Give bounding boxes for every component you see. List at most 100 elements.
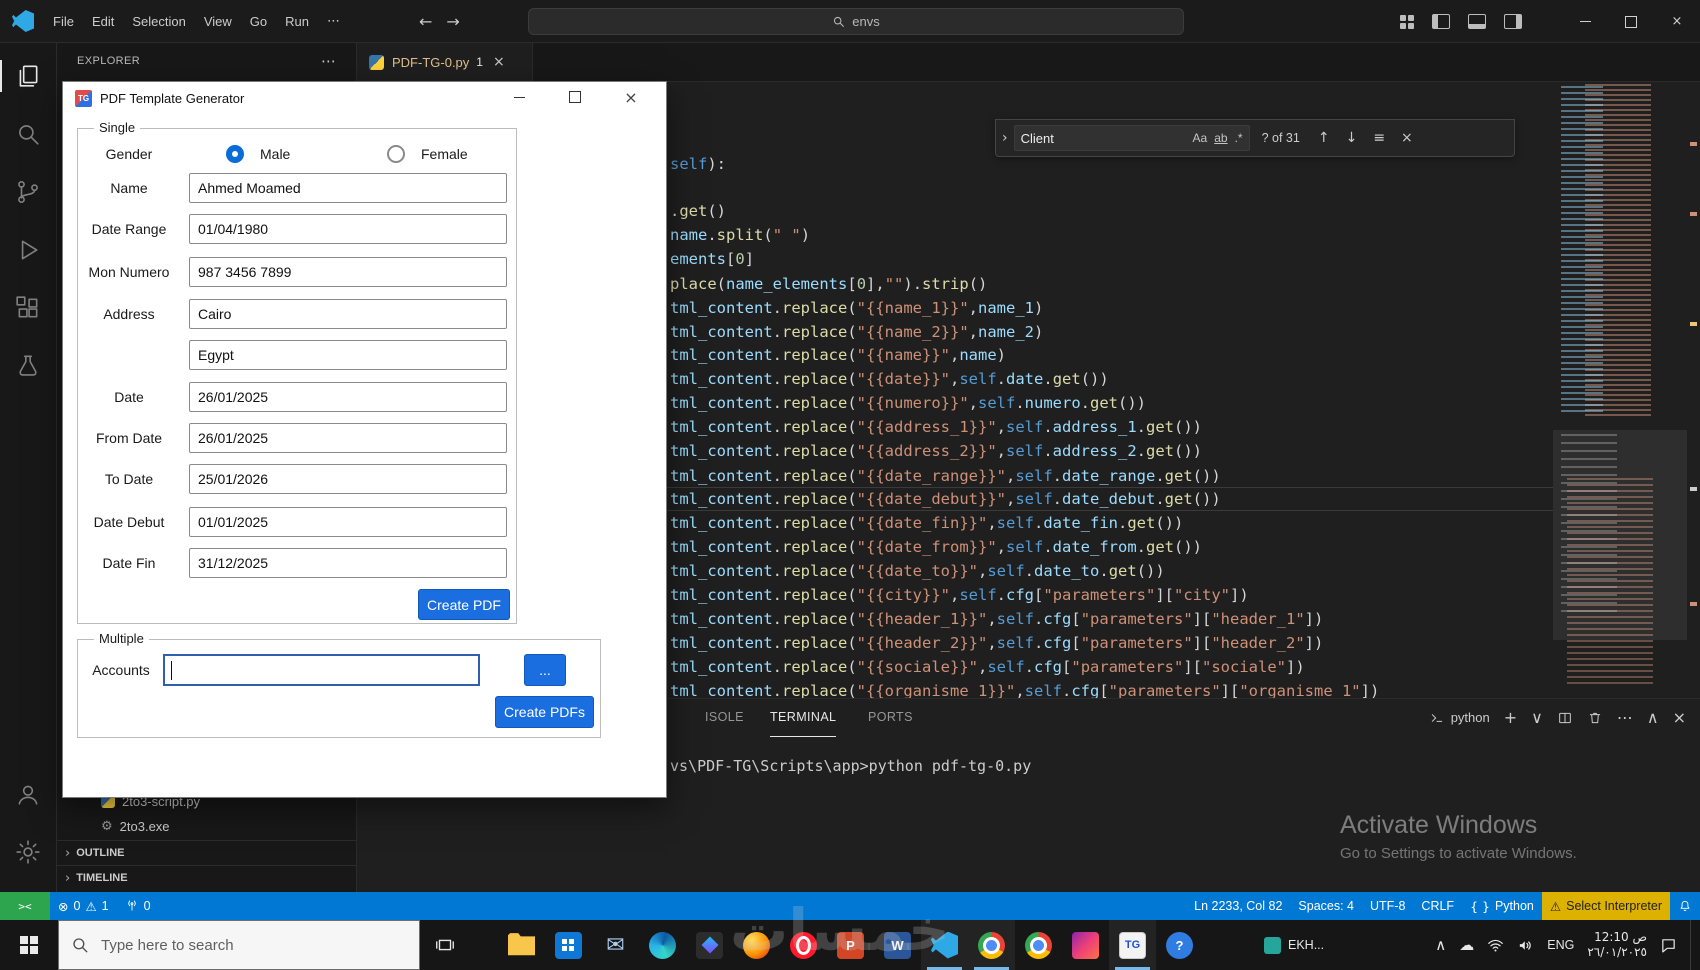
minimap[interactable] xyxy=(1553,82,1687,698)
tab-close-icon[interactable]: × xyxy=(493,54,505,70)
browse-button[interactable]: ... xyxy=(524,654,566,686)
back-button[interactable]: ← xyxy=(419,12,432,31)
taskbar-search-box[interactable] xyxy=(58,920,420,970)
create-pdf-button[interactable]: Create PDF xyxy=(418,589,510,620)
menu-view[interactable]: View xyxy=(195,14,241,29)
menu-more-icon[interactable]: ⋯ xyxy=(318,14,349,29)
account-icon[interactable] xyxy=(0,770,56,818)
toggle-secondary-sidebar-icon[interactable] xyxy=(1504,14,1522,29)
minimap-viewport[interactable] xyxy=(1553,430,1687,640)
toggle-primary-sidebar-icon[interactable] xyxy=(1432,14,1450,29)
dialog-close-button[interactable]: × xyxy=(611,82,651,112)
ports-indicator[interactable]: 0 xyxy=(117,892,159,920)
terminal-shell-selector[interactable]: python xyxy=(1429,710,1490,726)
menu-selection[interactable]: Selection xyxy=(123,14,194,29)
address-input[interactable] xyxy=(189,299,507,329)
encoding[interactable]: UTF-8 xyxy=(1362,892,1413,920)
explorer-icon[interactable] xyxy=(0,52,56,100)
indentation[interactable]: Spaces: 4 xyxy=(1290,892,1362,920)
regex-icon[interactable]: .* xyxy=(1235,131,1243,145)
menu-run[interactable]: Run xyxy=(276,14,318,29)
source-control-icon[interactable] xyxy=(0,168,56,216)
female-radio[interactable] xyxy=(387,145,405,163)
create-pdfs-button[interactable]: Create PDFs xyxy=(495,696,594,728)
from-date-input[interactable] xyxy=(189,423,507,453)
kill-terminal-trash-icon[interactable] xyxy=(1587,710,1603,726)
dialog-maximize-button[interactable] xyxy=(555,82,595,112)
remote-indicator[interactable]: >< xyxy=(0,892,50,920)
problems-indicator[interactable]: ⊗ 0 ⚠ 1 xyxy=(50,892,117,920)
cursor-position[interactable]: Ln 2233, Col 82 xyxy=(1186,892,1290,920)
task-view-button[interactable] xyxy=(420,920,470,970)
taskbar-app-chrome[interactable] xyxy=(968,920,1015,970)
wifi-icon[interactable] xyxy=(1487,937,1504,954)
tab-pdf-tg-0[interactable]: PDF-TG-0.py 1 × xyxy=(357,43,533,81)
explorer-more-icon[interactable]: ⋯ xyxy=(321,52,336,70)
taskbar-app-help[interactable]: ? xyxy=(1156,920,1203,970)
taskbar-app-ekh[interactable]: EKH... xyxy=(1256,920,1332,970)
new-terminal-icon[interactable]: + xyxy=(1504,708,1517,727)
menu-file[interactable]: File xyxy=(44,14,83,29)
run-debug-icon[interactable] xyxy=(0,226,56,274)
taskbar-app-word[interactable]: W xyxy=(874,920,921,970)
taskbar-app-chrome-2[interactable] xyxy=(1015,920,1062,970)
taskbar-app-mail[interactable] xyxy=(592,920,639,970)
taskbar-app-pdf-tg-app[interactable]: TG xyxy=(1109,920,1156,970)
panel-close-icon[interactable]: × xyxy=(1673,708,1686,727)
tab-ports[interactable]: PORTS xyxy=(868,699,913,736)
eol-sequence[interactable]: CRLF xyxy=(1413,892,1462,920)
timeline-section[interactable]: › TIMELINE xyxy=(57,865,356,890)
taskbar-app-opera[interactable] xyxy=(780,920,827,970)
outline-section[interactable]: › OUTLINE xyxy=(57,840,356,865)
taskbar-app-firefox[interactable] xyxy=(733,920,780,970)
file-2to3-exe[interactable]: ⚙ 2to3.exe xyxy=(57,814,356,838)
hidden-icons-chevron[interactable]: ∧ xyxy=(1435,936,1446,954)
to-date-input[interactable] xyxy=(189,464,507,494)
previous-match-icon[interactable]: ↑ xyxy=(1318,130,1330,146)
male-radio[interactable] xyxy=(226,145,244,163)
match-case-icon[interactable]: Aa xyxy=(1193,131,1208,145)
toggle-panel-icon[interactable] xyxy=(1468,14,1486,29)
address-2-input[interactable] xyxy=(189,340,507,370)
select-interpreter-button[interactable]: ⚠ Select Interpreter xyxy=(1541,892,1670,920)
find-input[interactable]: Client Aa ab .* xyxy=(1013,125,1250,151)
toggle-replace-icon[interactable]: › xyxy=(1002,130,1008,146)
customize-layout-icon[interactable] xyxy=(1400,14,1414,29)
language-indicator[interactable]: ENG xyxy=(1547,938,1574,952)
notifications-bell[interactable] xyxy=(1670,892,1700,920)
find-close-icon[interactable]: × xyxy=(1401,130,1413,146)
male-label[interactable]: Male xyxy=(260,146,290,162)
taskbar-search-input[interactable] xyxy=(99,935,383,955)
start-button[interactable] xyxy=(0,920,58,970)
name-input[interactable] xyxy=(189,173,507,203)
menu-edit[interactable]: Edit xyxy=(83,14,123,29)
volume-icon[interactable] xyxy=(1517,937,1534,954)
window-maximize-button[interactable] xyxy=(1608,0,1654,43)
panel-maximize-icon[interactable]: ∧ xyxy=(1647,708,1659,727)
split-terminal-icon[interactable] xyxy=(1557,710,1573,726)
date-debut-input[interactable] xyxy=(189,507,507,537)
taskbar-app-powerpoint[interactable]: P xyxy=(827,920,874,970)
tab-terminal[interactable]: TERMINAL xyxy=(770,699,837,737)
extensions-icon[interactable] xyxy=(0,284,56,332)
dialog-titlebar[interactable]: TG PDF Template Generator × xyxy=(63,82,666,115)
dialog-minimize-button[interactable] xyxy=(499,82,539,112)
accounts-input[interactable] xyxy=(163,654,480,686)
whole-word-icon[interactable]: ab xyxy=(1214,131,1227,145)
onedrive-cloud-icon[interactable]: ☁ xyxy=(1459,936,1474,954)
taskbar-app-file-explorer[interactable] xyxy=(498,920,545,970)
window-minimize-button[interactable] xyxy=(1562,0,1608,43)
taskbar-clock[interactable]: 12:10 ص ٢٦/٠١/٢٠٢٥ xyxy=(1587,930,1647,960)
menu-go[interactable]: Go xyxy=(241,14,276,29)
panel-more-icon[interactable]: ⋯ xyxy=(1617,708,1633,727)
show-desktop-button[interactable] xyxy=(1690,920,1696,970)
female-label[interactable]: Female xyxy=(421,146,468,162)
taskbar-app-photos[interactable] xyxy=(686,920,733,970)
taskbar-app-edge[interactable] xyxy=(639,920,686,970)
search-sidebar-icon[interactable] xyxy=(0,110,56,158)
taskbar-app-microsoft-store[interactable] xyxy=(545,920,592,970)
taskbar-app-vscode[interactable] xyxy=(921,920,968,970)
tab-debug-console[interactable]: ISOLE xyxy=(705,699,744,736)
mon-numero-input[interactable] xyxy=(189,257,507,287)
date-input[interactable] xyxy=(189,382,507,412)
